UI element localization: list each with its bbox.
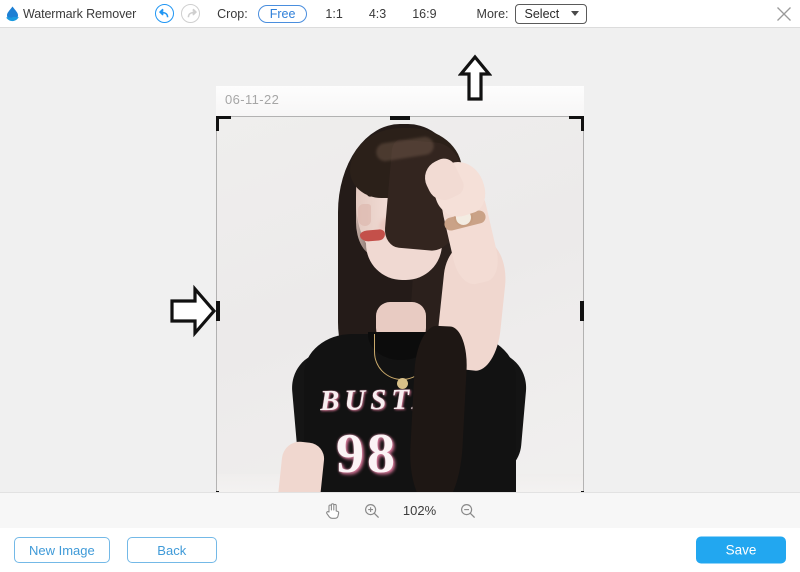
top-toolbar: Watermark Remover Crop: Free 1:1 4:3 16:… [0, 0, 800, 28]
app-brand: Watermark Remover [4, 5, 136, 22]
history-controls [155, 4, 201, 23]
ratio-16-9-button[interactable]: 16:9 [404, 6, 444, 22]
zoom-out-icon [460, 503, 475, 518]
right-arrow-annotation-icon [168, 282, 218, 345]
photo-lower-hand [276, 440, 326, 492]
more-label: More: [476, 6, 509, 21]
more-select-value: Select [524, 6, 560, 21]
aspect-ratio-group: Free 1:1 4:3 16:9 [257, 4, 445, 23]
undo-arrow-icon [158, 8, 168, 17]
zoom-in-icon [364, 503, 379, 518]
crop-label: Crop: [217, 6, 248, 21]
photo-nose [358, 204, 371, 226]
zoom-level-value: 102% [402, 503, 437, 518]
close-icon [777, 6, 791, 21]
app-title: Watermark Remover [23, 6, 137, 21]
new-image-button[interactable]: New Image [14, 537, 110, 563]
ratio-free-button[interactable]: Free [257, 4, 308, 23]
back-button[interactable]: Back [126, 537, 217, 563]
hand-pan-icon [326, 503, 340, 519]
close-window-button[interactable] [773, 3, 795, 25]
water-drop-logo-icon [4, 5, 21, 22]
watermark-remover-window: Watermark Remover Crop: Free 1:1 4:3 16:… [0, 0, 800, 572]
redo-arrow-icon [187, 8, 197, 17]
image-canvas[interactable]: 06-11-22 BUSTA 98 [0, 28, 800, 492]
photo-frame: 06-11-22 BUSTA 98 [216, 86, 584, 492]
chevron-down-icon [570, 11, 579, 16]
save-button[interactable]: Save [696, 536, 786, 564]
photo-image: BUSTA 98 [216, 116, 584, 492]
zoom-in-button[interactable] [362, 501, 382, 521]
undo-button[interactable] [155, 4, 175, 23]
ratio-1-1-button[interactable]: 1:1 [317, 6, 350, 22]
redo-button[interactable] [181, 4, 201, 23]
zoom-out-button[interactable] [458, 501, 478, 521]
more-select-dropdown[interactable]: Select [514, 3, 587, 24]
ratio-4-3-button[interactable]: 4:3 [361, 6, 394, 22]
bottom-action-bar: New Image Back Save [0, 528, 800, 572]
hand-pan-button[interactable] [323, 501, 343, 521]
zoom-toolbar: 102% [0, 492, 800, 528]
watermark-date-text: 06-11-22 [225, 92, 280, 107]
